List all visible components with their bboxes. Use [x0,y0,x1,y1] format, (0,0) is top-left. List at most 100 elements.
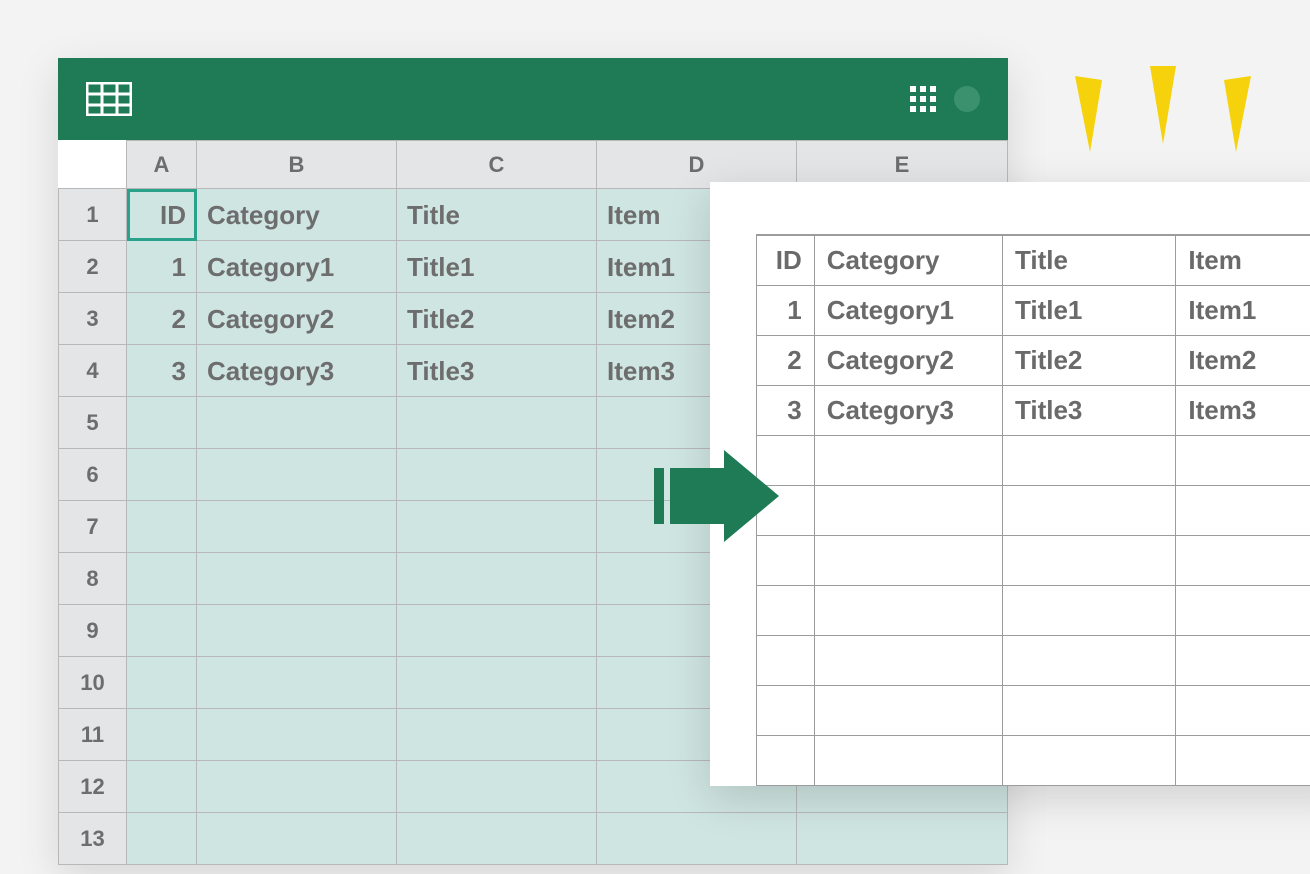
account-avatar[interactable] [954,86,980,112]
cell-C8[interactable] [397,553,597,605]
out-cell-empty [1176,535,1310,585]
row-header[interactable]: 5 [59,397,127,449]
out-cell-empty [814,685,1002,735]
out-cell: Category3 [814,385,1002,435]
cell-C11[interactable] [397,709,597,761]
row-header[interactable]: 10 [59,657,127,709]
row-header[interactable]: 6 [59,449,127,501]
out-cell: Title1 [1002,285,1175,335]
cell-C2[interactable]: Title1 [397,241,597,293]
out-cell: Item3 [1176,385,1310,435]
cell-A3[interactable]: 2 [127,293,197,345]
cell-A9[interactable] [127,605,197,657]
cell-A10[interactable] [127,657,197,709]
out-cell-empty [1176,685,1310,735]
cell-D13[interactable] [597,813,797,865]
cell-B1[interactable]: Category [197,189,397,241]
apps-grid-icon[interactable] [910,86,936,112]
row-header[interactable]: 1 [59,189,127,241]
select-all-corner[interactable] [59,141,127,189]
cell-B10[interactable] [197,657,397,709]
out-cell-empty [757,735,815,785]
cell-B5[interactable] [197,397,397,449]
cell-B6[interactable] [197,449,397,501]
cell-C6[interactable] [397,449,597,501]
out-cell-empty [1176,435,1310,485]
out-cell-empty [1002,735,1175,785]
out-header-item: Item [1176,235,1310,285]
out-header-id: ID [757,235,815,285]
out-cell-empty [1002,435,1175,485]
cell-B11[interactable] [197,709,397,761]
cell-B8[interactable] [197,553,397,605]
cell-A13[interactable] [127,813,197,865]
cell-A11[interactable] [127,709,197,761]
cell-C4[interactable]: Title3 [397,345,597,397]
row-header[interactable]: 2 [59,241,127,293]
out-cell-empty [1002,535,1175,585]
cell-A6[interactable] [127,449,197,501]
cell-C5[interactable] [397,397,597,449]
cell-C3[interactable]: Title2 [397,293,597,345]
cell-C13[interactable] [397,813,597,865]
cell-B13[interactable] [197,813,397,865]
out-cell-empty [814,535,1002,585]
cell-B3[interactable]: Category2 [197,293,397,345]
col-header-C[interactable]: C [397,141,597,189]
row-header[interactable]: 3 [59,293,127,345]
out-cell: Category2 [814,335,1002,385]
out-cell: Title2 [1002,335,1175,385]
out-cell: Title3 [1002,385,1175,435]
out-cell-empty [814,435,1002,485]
col-header-A[interactable]: A [127,141,197,189]
cell-C1[interactable]: Title [397,189,597,241]
cell-C9[interactable] [397,605,597,657]
cell-B12[interactable] [197,761,397,813]
out-cell-empty [814,735,1002,785]
cell-A1[interactable]: ID [127,189,197,241]
cell-E13[interactable] [797,813,1008,865]
out-header-title: Title [1002,235,1175,285]
cell-C12[interactable] [397,761,597,813]
row-header[interactable]: 9 [59,605,127,657]
out-cell: Item2 [1176,335,1310,385]
out-cell-empty [1002,585,1175,635]
cell-A12[interactable] [127,761,197,813]
cell-C7[interactable] [397,501,597,553]
cell-A7[interactable] [127,501,197,553]
cell-A2[interactable]: 1 [127,241,197,293]
out-cell-empty [757,685,815,735]
cell-B2[interactable]: Category1 [197,241,397,293]
out-cell-empty [757,585,815,635]
cell-B9[interactable] [197,605,397,657]
out-cell-empty [1176,735,1310,785]
out-cell-empty [757,635,815,685]
out-cell: Item1 [1176,285,1310,335]
row-header[interactable]: 12 [59,761,127,813]
out-cell: 3 [757,385,815,435]
row-header[interactable]: 4 [59,345,127,397]
out-cell-empty [1002,635,1175,685]
cell-C10[interactable] [397,657,597,709]
cell-A8[interactable] [127,553,197,605]
col-header-B[interactable]: B [197,141,397,189]
cell-B7[interactable] [197,501,397,553]
attention-rays-icon [1050,66,1280,176]
out-cell-empty [1002,685,1175,735]
out-header-category: Category [814,235,1002,285]
out-cell: 1 [757,285,815,335]
out-cell-empty [1176,635,1310,685]
cell-B4[interactable]: Category3 [197,345,397,397]
cell-A5[interactable] [127,397,197,449]
out-cell-empty [1002,485,1175,535]
conversion-arrow-icon [654,450,784,550]
row-header[interactable]: 11 [59,709,127,761]
row-header[interactable]: 8 [59,553,127,605]
out-cell-empty [1176,585,1310,635]
out-cell-empty [814,485,1002,535]
row-header[interactable]: 13 [59,813,127,865]
cell-A4[interactable]: 3 [127,345,197,397]
row-header[interactable]: 7 [59,501,127,553]
out-cell: Category1 [814,285,1002,335]
out-cell: 2 [757,335,815,385]
